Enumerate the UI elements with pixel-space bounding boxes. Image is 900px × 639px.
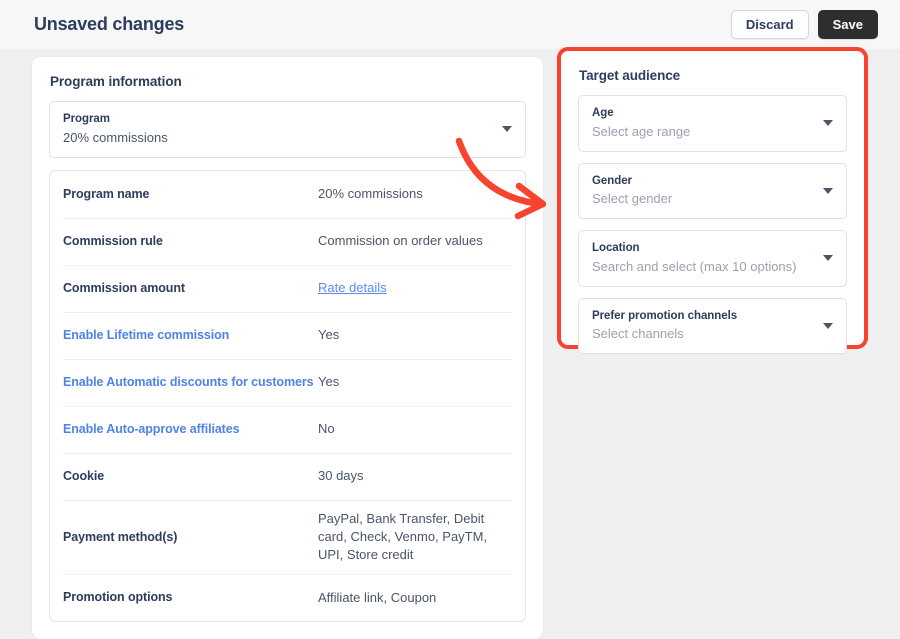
rate-details-link[interactable]: Rate details [318, 280, 387, 295]
select-placeholder: Select age range [592, 123, 691, 139]
page-title: Unsaved changes [34, 14, 185, 34]
table-row-value: 20% commissions [318, 185, 423, 201]
chevron-down-icon [823, 120, 833, 127]
program-select[interactable]: Program 20% commissions [49, 101, 526, 158]
select-age[interactable]: Age Select age range [578, 95, 847, 152]
select-prefer-promotion-channels[interactable]: Prefer promotion channels Select channels [578, 297, 847, 355]
select-label: Gender [592, 174, 632, 187]
target-audience-title: Target audience [579, 68, 681, 83]
table-row: Promotion options Affiliate link, Coupon [63, 573, 512, 621]
select-label: Location [592, 242, 640, 255]
discard-button[interactable]: Discard [730, 10, 809, 39]
table-row-value: No [318, 421, 335, 437]
table-row: Commission rule Commission on order value… [63, 217, 512, 265]
select-placeholder: Search and select (max 10 options) [592, 258, 797, 274]
chevron-down-icon [823, 322, 833, 329]
table-row-key: Payment method(s) [63, 529, 178, 544]
program-information-title: Program information [50, 74, 182, 89]
app-header: Unsaved changes Discard Save [0, 0, 900, 49]
target-audience-card: Target audience Age Select age range Gende… [561, 51, 864, 355]
program-information-card: Program information Program 20% commissi… [32, 57, 543, 639]
target-audience-highlight-box: Target audience Age Select age range Gende… [557, 47, 868, 355]
table-row: Enable Lifetime commission Yes [63, 311, 512, 359]
table-row-value: Commission on order values [318, 233, 483, 249]
select-placeholder: Select channels [592, 326, 684, 342]
table-row: Enable Auto-approve affiliates No [63, 405, 512, 453]
program-select-label: Program [63, 113, 110, 125]
table-row-value: Rate details [318, 279, 512, 297]
header-actions: Discard Save [730, 10, 878, 39]
table-row-value: Affiliate link, Coupon [318, 589, 437, 605]
table-row-key[interactable]: Enable Lifetime commission [63, 327, 318, 344]
table-row: Enable Automatic discounts for customers… [63, 358, 512, 406]
program-select-value: 20% commissions [63, 129, 168, 145]
table-row-key[interactable]: Enable Auto-approve affiliates [63, 421, 318, 438]
table-row-value: PayPal, Bank Transfer, Debit card, Check… [318, 510, 488, 563]
table-row-value: Yes [318, 374, 340, 390]
table-row: Program name 20% commissions [63, 171, 512, 218]
table-row-key: Commission rule [63, 234, 163, 249]
select-gender[interactable]: Gender Select gender [578, 162, 847, 220]
select-placeholder: Select gender [592, 191, 673, 207]
table-row-key: Promotion options [63, 590, 173, 605]
table-row: Cookie 30 days [63, 452, 512, 500]
table-row-value: Yes [318, 327, 340, 343]
program-details-table: Program name 20% commissions Commission ru… [49, 169, 526, 622]
save-button[interactable]: Save [817, 10, 878, 39]
target-audience-fields: Age Select age range Gender Select gender Lo… [578, 95, 847, 355]
select-label: Age [592, 107, 614, 119]
table-row: Commission amount Rate details [63, 264, 512, 312]
table-row-key[interactable]: Enable Automatic discounts for customers [63, 374, 318, 391]
chevron-down-icon [823, 187, 833, 194]
table-row-key: Program name [63, 186, 150, 201]
chevron-down-icon [502, 126, 512, 133]
table-row-key: Commission amount [63, 281, 185, 296]
table-row: Payment method(s) PayPal, Bank Transfer, … [63, 499, 512, 574]
chevron-down-icon [823, 255, 833, 262]
table-row-key: Cookie [63, 469, 105, 484]
select-location[interactable]: Location Search and select (max 10 option… [578, 230, 847, 287]
table-row-value: 30 days [318, 468, 364, 484]
select-label: Prefer promotion channels [592, 309, 738, 322]
